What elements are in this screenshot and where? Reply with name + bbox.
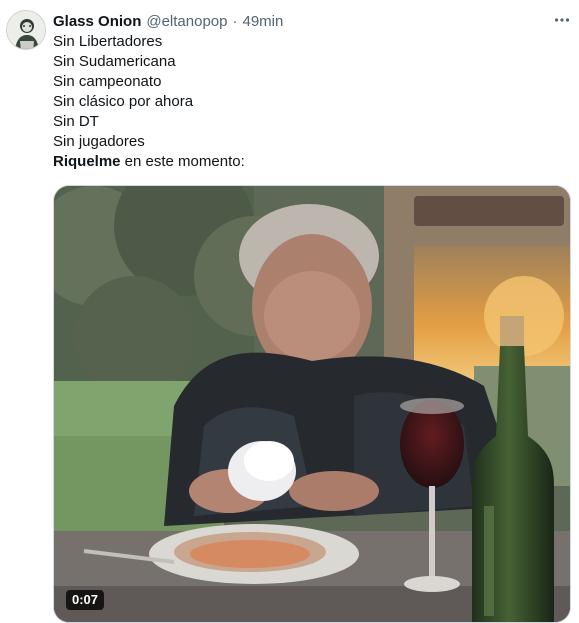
tweet-line: Sin Sudamericana — [53, 53, 176, 70]
author-handle[interactable]: @eltanopop — [146, 13, 227, 30]
video-thumbnail — [54, 186, 570, 622]
tweet-line: Sin Libertadores — [53, 33, 163, 50]
more-options-icon — [554, 18, 570, 22]
tweet-last-line: Riquelme en este momento: — [53, 152, 563, 172]
tweet-line: Sin DT — [53, 113, 99, 130]
tweet-timestamp[interactable]: 49min — [242, 13, 283, 30]
tweet-line: Sin campeonato — [53, 73, 162, 90]
tweet-text: Sin Libertadores Sin Sudamericana Sin ca… — [53, 32, 563, 172]
avatar[interactable] — [6, 10, 46, 50]
video-duration-badge: 0:07 — [66, 590, 105, 610]
more-options-button[interactable] — [548, 8, 576, 32]
video-player[interactable]: 0:07 — [53, 185, 571, 623]
bold-name: Riquelme — [53, 153, 121, 170]
tweet-line: Sin clásico por ahora — [53, 93, 194, 110]
tweet-line: Sin jugadores — [53, 133, 145, 150]
avatar-illustration-icon — [7, 11, 45, 49]
last-line-rest: en este momento: — [120, 153, 245, 170]
header-separator: · — [232, 12, 238, 30]
tweet-header: Glass Onion @eltanopop · 49min — [53, 11, 513, 31]
author-display-name[interactable]: Glass Onion — [53, 13, 141, 30]
